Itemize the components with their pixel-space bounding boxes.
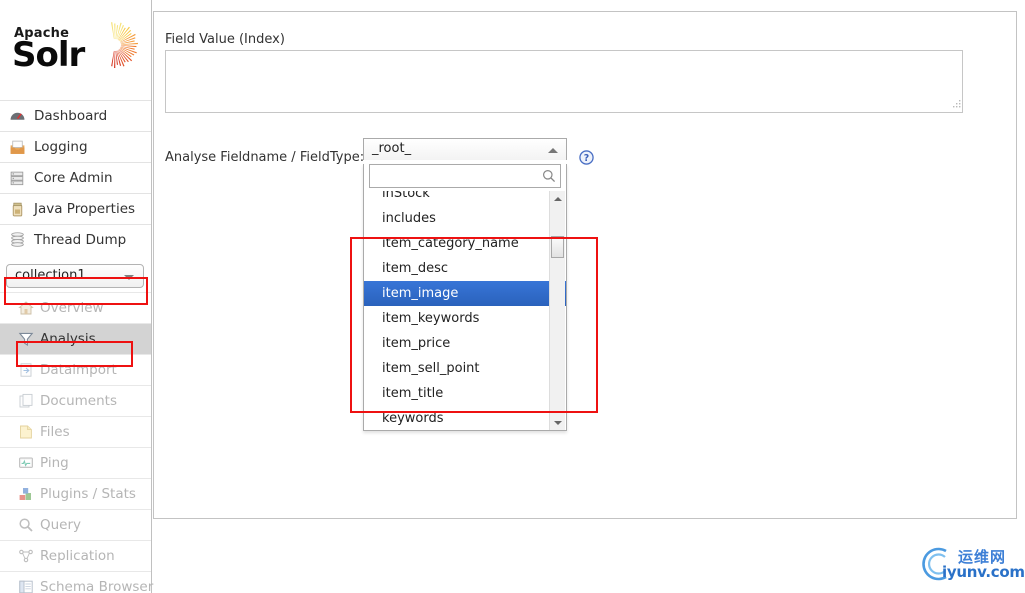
java-properties-jar-icon	[12, 202, 23, 217]
field-type-option[interactable]: item_image	[364, 281, 566, 306]
core-nav-item-schema-browser[interactable]: Schema Browser	[0, 571, 154, 593]
core-nav-item-plugins-stats[interactable]: Plugins / Stats	[0, 478, 151, 509]
plugins-blocks-icon	[19, 488, 31, 500]
field-type-option[interactable]: keywords	[364, 406, 566, 430]
nav-item-logging[interactable]: Logging	[0, 131, 151, 162]
watermark-en-text: iyunv.com	[942, 563, 1025, 581]
schema-browser-book-icon	[19, 580, 33, 593]
field-type-option[interactable]: inStock	[364, 191, 566, 206]
core-selector[interactable]: collection1	[6, 264, 144, 288]
nav-item-label: Core Admin	[34, 170, 113, 186]
nav-item-thread-dump[interactable]: Thread Dump	[0, 224, 151, 255]
field-type-option[interactable]: item_category_name	[364, 231, 566, 256]
nav-item-label: Java Properties	[34, 201, 136, 217]
chevron-up-icon	[548, 148, 558, 153]
field-type-search-wrap	[369, 164, 561, 188]
core-nav-item-label: Plugins / Stats	[40, 486, 136, 502]
replication-nodes-icon	[19, 549, 33, 563]
core-nav-item-dataimport[interactable]: Dataimport	[0, 354, 151, 385]
nav-item-dashboard[interactable]: Dashboard	[0, 100, 151, 131]
nav-item-label: Logging	[34, 139, 88, 155]
ping-monitor-icon	[19, 457, 33, 468]
scroll-arrow-up-icon[interactable]	[550, 191, 565, 205]
field-type-option[interactable]: includes	[364, 206, 566, 231]
watermark: 运维网 iyunv.com	[916, 544, 1025, 588]
core-nav-item-label: Schema Browser	[40, 579, 154, 593]
field-value-input[interactable]	[165, 50, 963, 113]
core-nav-item-label: Overview	[40, 300, 104, 316]
dashboard-gauge-icon	[10, 112, 25, 120]
svg-text:?: ?	[584, 153, 589, 164]
nav-item-core-admin[interactable]: Core Admin	[0, 162, 151, 193]
field-type-select-head[interactable]: _root_	[363, 138, 567, 160]
core-nav-item-label: Files	[40, 424, 70, 440]
field-value-label: Field Value (Index)	[165, 32, 285, 47]
core-nav-item-label: Dataimport	[40, 362, 117, 378]
nav-item-java-properties[interactable]: Java Properties	[0, 193, 151, 224]
sidebar: Apache Solr Dashboard Logging Core Admin Ja…	[0, 0, 154, 593]
field-type-options-area: inStock includes item_category_name item_de…	[364, 191, 566, 430]
files-folder-icon	[20, 425, 32, 439]
analysis-funnel-icon	[18, 332, 34, 347]
chevron-down-icon	[124, 275, 134, 280]
core-nav-item-files[interactable]: Files	[0, 416, 151, 447]
core-nav-item-query[interactable]: Query	[0, 509, 151, 540]
solr-logo[interactable]: Apache Solr	[0, 0, 152, 100]
analyse-fieldname-label: Analyse Fieldname / FieldType:	[165, 150, 365, 165]
help-question-icon[interactable]: ?	[579, 150, 594, 165]
solr-admin-page: Apache Solr Dashboard Logging Core Admin Ja…	[0, 0, 1025, 593]
field-type-option-list: inStock includes item_category_name item_de…	[364, 191, 566, 430]
core-nav-item-ping[interactable]: Ping	[0, 447, 151, 478]
core-nav-list: Overview Analysis Dataimport Documents Files…	[0, 292, 154, 593]
content-panel: Field Value (Index) Analyse Fieldname / …	[153, 11, 1017, 519]
core-selector-value: collection1	[15, 268, 86, 283]
field-type-selected-value: _root_	[372, 141, 412, 156]
scroll-up-triangle-icon	[554, 197, 562, 201]
nav-item-label: Dashboard	[34, 108, 108, 124]
core-nav-item-overview[interactable]: Overview	[0, 292, 151, 323]
field-type-option[interactable]: item_desc	[364, 256, 566, 281]
scrollbar-thumb[interactable]	[551, 236, 564, 258]
field-type-option[interactable]: item_title	[364, 381, 566, 406]
core-nav-item-label: Query	[40, 517, 82, 533]
core-nav-item-replication[interactable]: Replication	[0, 540, 151, 571]
field-type-option[interactable]: item_price	[364, 331, 566, 356]
query-magnifier-icon	[19, 518, 33, 532]
field-type-option[interactable]: item_keywords	[364, 306, 566, 331]
nav-item-label: Thread Dump	[34, 232, 127, 248]
scroll-down-triangle-icon	[554, 421, 562, 425]
core-selector-wrap: collection1	[6, 264, 145, 288]
core-nav-item-label: Documents	[40, 393, 117, 409]
main-nav-list: Dashboard Logging Core Admin Java Propertie…	[0, 100, 151, 255]
dropdown-scrollbar[interactable]	[549, 191, 565, 430]
core-nav-item-label: Replication	[40, 548, 115, 564]
core-nav-item-documents[interactable]: Documents	[0, 385, 151, 416]
dataimport-icon	[20, 363, 32, 377]
field-type-option[interactable]: item_sell_point	[364, 356, 566, 381]
logging-inbox-icon	[10, 140, 25, 154]
logo-solr-text: Solr	[12, 35, 85, 75]
core-nav-item-label: Analysis	[40, 331, 96, 347]
field-type-search-input[interactable]	[369, 164, 561, 188]
documents-icon	[19, 393, 33, 408]
solr-sunburst-logo-icon	[111, 22, 138, 68]
core-nav-item-analysis[interactable]: Analysis	[0, 323, 151, 354]
thread-dump-stack-icon	[11, 232, 24, 247]
field-type-select[interactable]: _root_ inStock includes item_category_name…	[363, 138, 567, 431]
scroll-arrow-down-icon[interactable]	[550, 416, 565, 430]
field-type-dropdown: inStock includes item_category_name item_de…	[363, 164, 567, 431]
overview-home-icon	[18, 301, 34, 315]
core-nav-item-label: Ping	[40, 455, 69, 471]
core-admin-server-icon	[10, 171, 24, 186]
